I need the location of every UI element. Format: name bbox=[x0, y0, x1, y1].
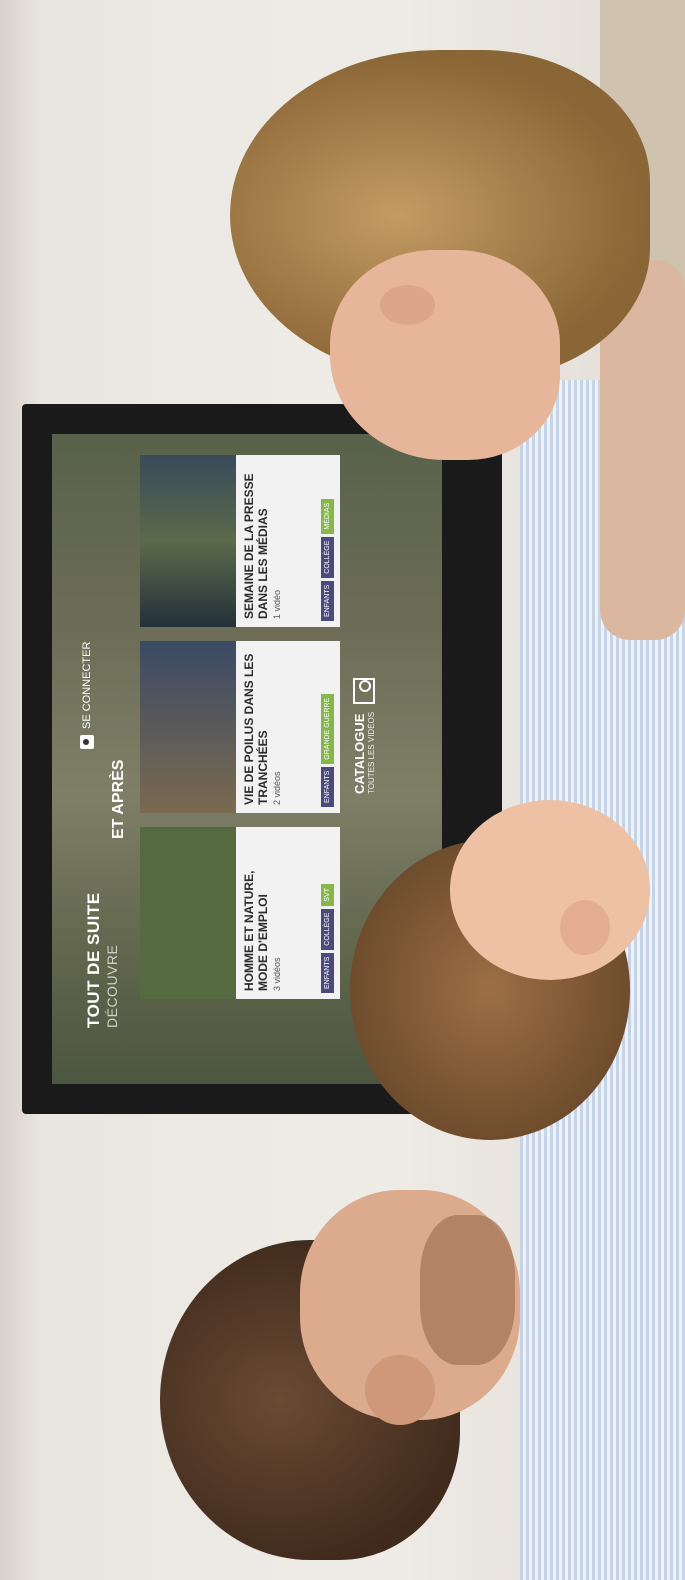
tag-badge: COLLÈGE bbox=[321, 908, 334, 950]
man-ear bbox=[365, 1355, 435, 1425]
man-beard bbox=[420, 1215, 515, 1365]
catalogue-sub: TOUTES LES VIDÉOS bbox=[367, 711, 376, 794]
card-title: SEMAINE DE LA PRESSE DANS LES MÉDIAS bbox=[242, 473, 270, 619]
card-tags: ENFANTS GRANDE GUERRE bbox=[321, 693, 334, 807]
tag-badge: GRANDE GUERRE bbox=[321, 693, 334, 764]
card-thumbnail bbox=[140, 827, 236, 999]
catalogue-search-icon bbox=[353, 677, 375, 704]
video-cards: HOMME ET NATURE, MODE D'EMPLOI 3 vidéos … bbox=[140, 455, 340, 999]
tv-screen: TOUT DE SUITE DÉCOUVRE ET APRÈS SE CONNE… bbox=[52, 434, 442, 1084]
video-card[interactable]: HOMME ET NATURE, MODE D'EMPLOI 3 vidéos … bbox=[140, 827, 340, 999]
video-card[interactable]: VIE DE POILUS DANS LES TRANCHÉES 2 vidéo… bbox=[140, 641, 340, 813]
card-count: 2 vidéos bbox=[272, 771, 282, 805]
catalogue-button[interactable]: CATALOGUE TOUTES LES VIDÉOS bbox=[352, 677, 376, 794]
card-title: VIE DE POILUS DANS LES TRANCHÉES bbox=[242, 653, 270, 805]
card-count: 1 vidéo bbox=[272, 589, 282, 619]
section-title: TOUT DE SUITE bbox=[84, 892, 103, 1028]
login-label: SE CONNECTER bbox=[81, 641, 93, 729]
boy-face bbox=[450, 800, 650, 980]
woman-face bbox=[330, 250, 560, 460]
tag-badge: ENFANTS bbox=[321, 952, 334, 993]
tag-badge: ENFANTS bbox=[321, 766, 334, 807]
tag-badge: COLLÈGE bbox=[321, 536, 334, 578]
tag-badge: SVT bbox=[321, 884, 334, 906]
card-tags: ENFANTS COLLÈGE MÉDIAS bbox=[321, 498, 334, 621]
woman-ear bbox=[380, 285, 435, 325]
section-title-next: ET APRÈS bbox=[110, 759, 127, 839]
card-count: 3 vidéos bbox=[272, 957, 282, 991]
card-tags: ENFANTS COLLÈGE SVT bbox=[321, 884, 334, 993]
television: TOUT DE SUITE DÉCOUVRE ET APRÈS SE CONNE… bbox=[22, 404, 502, 1114]
tv-header: TOUT DE SUITE DÉCOUVRE ET APRÈS SE CONNE… bbox=[74, 464, 127, 1044]
family-photo-scene: TOUT DE SUITE DÉCOUVRE ET APRÈS SE CONNE… bbox=[0, 0, 685, 1580]
tv-app-ui: TOUT DE SUITE DÉCOUVRE ET APRÈS SE CONNE… bbox=[52, 434, 442, 1084]
card-title: HOMME ET NATURE, MODE D'EMPLOI bbox=[242, 870, 270, 991]
tag-badge: ENFANTS bbox=[321, 580, 334, 621]
section-subtitle: DÉCOUVRE bbox=[104, 944, 120, 1028]
tag-badge: MÉDIAS bbox=[321, 498, 334, 534]
card-thumbnail bbox=[140, 641, 236, 813]
video-card[interactable]: SEMAINE DE LA PRESSE DANS LES MÉDIAS 1 v… bbox=[140, 455, 340, 627]
catalogue-text: CATALOGUE TOUTES LES VIDÉOS bbox=[352, 712, 376, 794]
user-icon bbox=[80, 735, 94, 749]
boy-ear bbox=[560, 900, 610, 955]
catalogue-label: CATALOGUE bbox=[352, 713, 367, 794]
card-thumbnail bbox=[140, 455, 236, 627]
login-button[interactable]: SE CONNECTER bbox=[80, 642, 94, 749]
